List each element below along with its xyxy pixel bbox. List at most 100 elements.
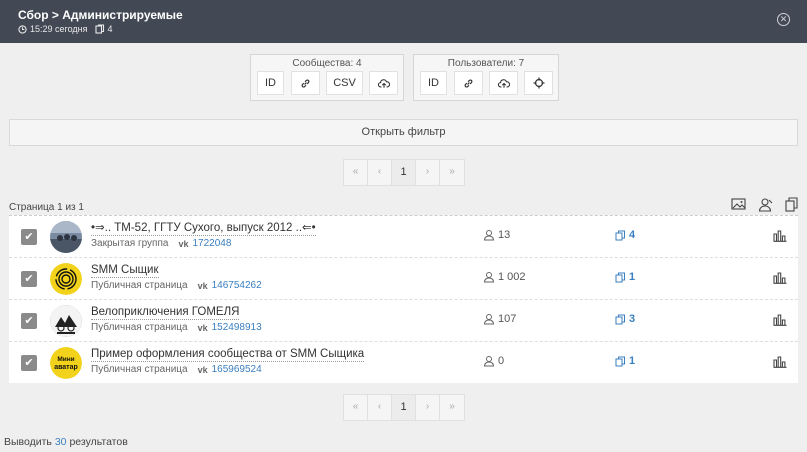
- posts-count[interactable]: 1: [615, 355, 635, 367]
- communities-link-button[interactable]: [291, 71, 320, 95]
- bar-chart-icon[interactable]: [773, 270, 787, 284]
- vk-icon: vk: [197, 364, 208, 375]
- results-per-page: Выводить 30 результатов: [4, 436, 128, 448]
- copy-icon: [615, 230, 625, 240]
- users-link-button[interactable]: [454, 71, 483, 95]
- members-count: 1 002: [483, 271, 526, 283]
- user-icon: [483, 272, 495, 283]
- community-type: Публичная страница: [91, 280, 188, 291]
- pager-current[interactable]: 1: [392, 395, 416, 420]
- image-icon[interactable]: [731, 197, 746, 211]
- community-meta: Закрытая группа vk 1722048: [91, 238, 231, 249]
- copy-icon: [615, 356, 625, 366]
- vk-icon: vk: [197, 280, 208, 291]
- posts-count[interactable]: 4: [615, 229, 635, 241]
- list-toolbar: [731, 197, 799, 212]
- pager-next[interactable]: ›: [416, 160, 440, 185]
- row-checkbox[interactable]: ✔: [21, 229, 37, 245]
- pagination-bottom: « ‹ 1 › »: [343, 394, 465, 421]
- user-icon[interactable]: [758, 197, 773, 212]
- users-count-label: Пользователи: 7: [447, 58, 525, 69]
- avatar: [50, 305, 82, 337]
- posts-count[interactable]: 1: [615, 271, 635, 283]
- community-id-link[interactable]: 152498913: [212, 322, 262, 333]
- results-count-link[interactable]: 30: [55, 436, 67, 448]
- header-meta: 15:29 сегодня 4: [18, 24, 113, 34]
- link-icon: [464, 78, 473, 88]
- copy-icon: [615, 272, 625, 282]
- communities-id-button[interactable]: ID: [257, 71, 284, 95]
- vk-icon: vk: [197, 322, 208, 333]
- pagination-top: « ‹ 1 › »: [343, 159, 465, 186]
- header-count: 4: [107, 24, 113, 34]
- crosshair-icon: [533, 77, 544, 89]
- users-upload-button[interactable]: [489, 71, 518, 95]
- close-icon[interactable]: ✕: [777, 13, 790, 26]
- members-count: 107: [483, 313, 516, 325]
- copy-icon[interactable]: [785, 197, 799, 212]
- community-id-link[interactable]: 1722048: [192, 238, 231, 249]
- communities-count-label: Сообщества: 4: [292, 58, 362, 69]
- svg-text:аватар: аватар: [54, 364, 78, 371]
- community-type: Публичная страница: [91, 364, 188, 375]
- community-meta: Публичная страница vk 146754262: [91, 280, 262, 291]
- users-target-button[interactable]: [524, 71, 553, 95]
- results-suffix: результатов: [69, 436, 128, 448]
- community-name[interactable]: Велоприключения ГОМЕЛЯ: [91, 306, 240, 320]
- community-id-link[interactable]: 165969524: [212, 364, 262, 375]
- bar-chart-icon[interactable]: [773, 228, 787, 242]
- pager-first[interactable]: «: [344, 395, 368, 420]
- row-checkbox[interactable]: ✔: [21, 271, 37, 287]
- members-count: 0: [483, 355, 504, 367]
- header-time: 15:29 сегодня: [30, 24, 88, 34]
- copy-icon: [615, 314, 625, 324]
- pager-next[interactable]: ›: [416, 395, 440, 420]
- user-icon: [483, 230, 495, 241]
- users-export-group: Пользователи: 7 ID: [413, 54, 559, 101]
- users-id-button[interactable]: ID: [420, 71, 447, 95]
- open-filter-button[interactable]: Открыть фильтр: [9, 119, 798, 146]
- community-meta: Публичная страница vk 152498913: [91, 322, 262, 333]
- members-count: 13: [483, 229, 510, 241]
- cloud-upload-icon: [497, 78, 510, 88]
- community-type: Закрытая группа: [91, 238, 169, 249]
- svg-text:Мини: Мини: [57, 356, 74, 363]
- avatar: [50, 221, 82, 253]
- cloud-upload-icon: [377, 78, 390, 88]
- clock-icon: [18, 24, 27, 34]
- community-name[interactable]: SMM Сыщик: [91, 264, 159, 278]
- pager-last[interactable]: »: [440, 160, 464, 185]
- community-type: Публичная страница: [91, 322, 188, 333]
- community-meta: Публичная страница vk 165969524: [91, 364, 262, 375]
- community-id-link[interactable]: 146754262: [212, 280, 262, 291]
- pager-last[interactable]: »: [440, 395, 464, 420]
- table-row[interactable]: ✔ Мини аватар Пример оформления сообществ…: [9, 341, 798, 383]
- pager-prev[interactable]: ‹: [368, 160, 392, 185]
- page-title: Сбор > Администрируемые: [18, 8, 183, 22]
- communities-export-group: Сообщества: 4 ID CSV: [250, 54, 404, 101]
- community-name[interactable]: •⇒.. ТМ-52, ГГТУ Сухого, выпуск 2012 ..⇐…: [91, 222, 316, 236]
- vk-icon: vk: [178, 238, 189, 249]
- avatar: [50, 263, 82, 295]
- posts-count[interactable]: 3: [615, 313, 635, 325]
- communities-csv-button[interactable]: CSV: [326, 71, 363, 95]
- pager-prev[interactable]: ‹: [368, 395, 392, 420]
- bar-chart-icon[interactable]: [773, 354, 787, 368]
- pager-current[interactable]: 1: [392, 160, 416, 185]
- community-name[interactable]: Пример оформления сообщества от SMM Сыщи…: [91, 348, 365, 362]
- results-prefix: Выводить: [4, 436, 52, 448]
- page-info: Страница 1 из 1: [9, 202, 84, 213]
- link-icon: [301, 78, 310, 88]
- pager-first[interactable]: «: [344, 160, 368, 185]
- bar-chart-icon[interactable]: [773, 312, 787, 326]
- table-row[interactable]: ✔ Велоприключения ГОМЕЛЯ Публичная стран…: [9, 299, 798, 341]
- avatar: Мини аватар: [50, 347, 82, 379]
- user-icon: [483, 314, 495, 325]
- table-row[interactable]: ✔ SMM Сыщик Публичная страница vk 146754…: [9, 257, 798, 299]
- window-header: Сбор > Администрируемые 15:29 сегодня 4 …: [0, 0, 807, 43]
- row-checkbox[interactable]: ✔: [21, 313, 37, 329]
- row-checkbox[interactable]: ✔: [21, 355, 37, 371]
- table-row[interactable]: ✔ •⇒.. ТМ-52, ГГТУ Сухого, выпуск 2012 .…: [9, 215, 798, 257]
- communities-upload-button[interactable]: [369, 71, 398, 95]
- communities-list: ✔ •⇒.. ТМ-52, ГГТУ Сухого, выпуск 2012 .…: [9, 215, 798, 383]
